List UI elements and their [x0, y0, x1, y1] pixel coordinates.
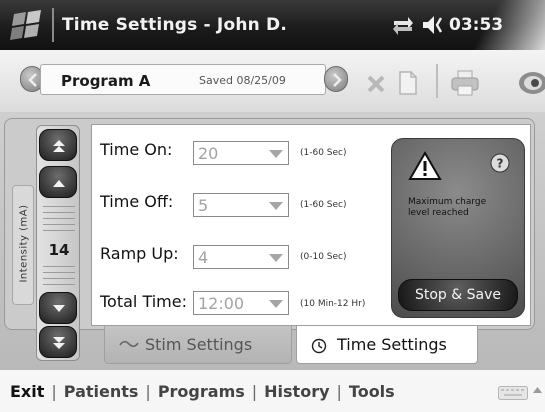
double-chevron-down-icon — [53, 337, 65, 349]
wave-icon — [119, 340, 139, 348]
total-time-hint: (10 Min-12 Hr) — [300, 299, 366, 309]
chevron-right-icon — [333, 73, 342, 87]
time-off-field[interactable]: 5 — [193, 193, 289, 217]
program-name: Program A — [61, 72, 151, 90]
slider-ridge — [43, 212, 75, 213]
caret-up-icon[interactable] — [533, 387, 542, 393]
slider-ridge — [43, 230, 75, 231]
connection-icon[interactable] — [392, 15, 414, 35]
ramp-up-hint: (0-10 Sec) — [300, 252, 347, 262]
ramp-up-label: Ramp Up: — [100, 244, 179, 263]
bottom-menu-bar: Exit | Patients | Programs | History | Tools — [0, 370, 545, 412]
warning-icon — [408, 151, 442, 180]
double-chevron-up-icon — [53, 140, 65, 152]
slider-ridge — [43, 218, 75, 219]
menu-separator: | — [51, 382, 57, 401]
dropdown-arrow-icon — [269, 254, 283, 262]
time-on-label: Time On: — [100, 140, 173, 159]
intensity-up-button[interactable] — [39, 166, 77, 198]
dropdown-arrow-icon — [269, 202, 283, 210]
tab-stim-settings[interactable]: Stim Settings — [104, 326, 292, 364]
time-on-value: 20 — [198, 144, 219, 163]
slider-ridge — [43, 284, 75, 285]
intensity-control: 14 — [36, 125, 80, 361]
volume-icon[interactable] — [421, 14, 447, 36]
eye-icon[interactable] — [509, 70, 545, 96]
time-on-field[interactable]: 20 — [193, 141, 289, 165]
time-off-label: Time Off: — [100, 192, 174, 211]
keyboard-icon[interactable] — [498, 386, 528, 400]
chevron-left-icon — [28, 73, 37, 87]
menu-separator: | — [251, 382, 258, 401]
dropdown-arrow-icon — [269, 300, 283, 308]
tab-time-settings[interactable]: Time Settings — [296, 326, 478, 364]
title-divider — [52, 8, 54, 42]
menu-exit[interactable]: Exit — [10, 382, 44, 401]
total-time-field[interactable]: 12:00 — [193, 291, 289, 315]
intensity-label-box: Intensity (mA) — [12, 185, 34, 305]
program-selector[interactable]: Program A Saved 08/25/09 — [40, 64, 326, 95]
slider-ridge — [43, 206, 75, 207]
intensity-down-button[interactable] — [39, 292, 77, 324]
saved-date: Saved 08/25/09 — [199, 74, 286, 87]
bottom-menu: Exit | Patients | Programs | History | Tools — [10, 382, 395, 401]
intensity-min-button[interactable] — [39, 326, 77, 358]
svg-text:?: ? — [497, 157, 504, 171]
close-icon[interactable] — [366, 74, 386, 94]
stop-save-button[interactable]: Stop & Save — [398, 279, 518, 311]
toolbar-divider — [436, 64, 438, 98]
slider-ridge — [43, 278, 75, 279]
toolbar: Program A Saved 08/25/09 — [0, 50, 545, 112]
warning-panel: ? Maximum charge level reached Stop & Sa… — [391, 138, 525, 318]
document-icon[interactable] — [398, 71, 418, 95]
slider-ridge — [43, 272, 75, 273]
windows-logo-icon[interactable] — [8, 10, 46, 40]
help-icon[interactable]: ? — [490, 153, 510, 173]
ramp-up-field[interactable]: 4 — [193, 245, 289, 269]
menu-patients[interactable]: Patients — [64, 382, 139, 401]
corner-glare — [470, 0, 545, 50]
menu-history[interactable]: History — [264, 382, 329, 401]
time-on-hint: (1-60 Sec) — [300, 148, 347, 158]
time-off-hint: (1-60 Sec) — [300, 200, 347, 210]
dropdown-arrow-icon — [269, 150, 283, 158]
print-icon[interactable] — [450, 70, 480, 96]
ramp-up-value: 4 — [198, 248, 209, 267]
intensity-max-button[interactable] — [39, 129, 77, 161]
next-program-button[interactable] — [324, 66, 348, 92]
intensity-label: Intensity (mA) — [18, 204, 30, 283]
menu-separator: | — [145, 382, 151, 401]
page-title: Time Settings - John D. — [62, 15, 288, 35]
tab-stim-label: Stim Settings — [145, 335, 253, 354]
warning-message: Maximum charge level reached — [408, 197, 487, 218]
total-time-value: 12:00 — [198, 294, 245, 313]
title-bar: Time Settings - John D. 03:53 — [0, 0, 545, 50]
slider-ridge — [43, 266, 75, 267]
menu-tools[interactable]: Tools — [349, 382, 395, 401]
menu-programs[interactable]: Programs — [158, 382, 245, 401]
chevron-up-icon — [53, 180, 65, 187]
chevron-down-icon — [53, 305, 65, 312]
intensity-value: 14 — [48, 241, 70, 259]
menu-separator: | — [336, 382, 342, 401]
time-off-value: 5 — [198, 196, 209, 215]
slider-ridge — [43, 224, 75, 225]
tab-time-label: Time Settings — [337, 335, 447, 354]
total-time-label: Total Time: — [100, 292, 187, 311]
clock-icon — [311, 338, 327, 354]
